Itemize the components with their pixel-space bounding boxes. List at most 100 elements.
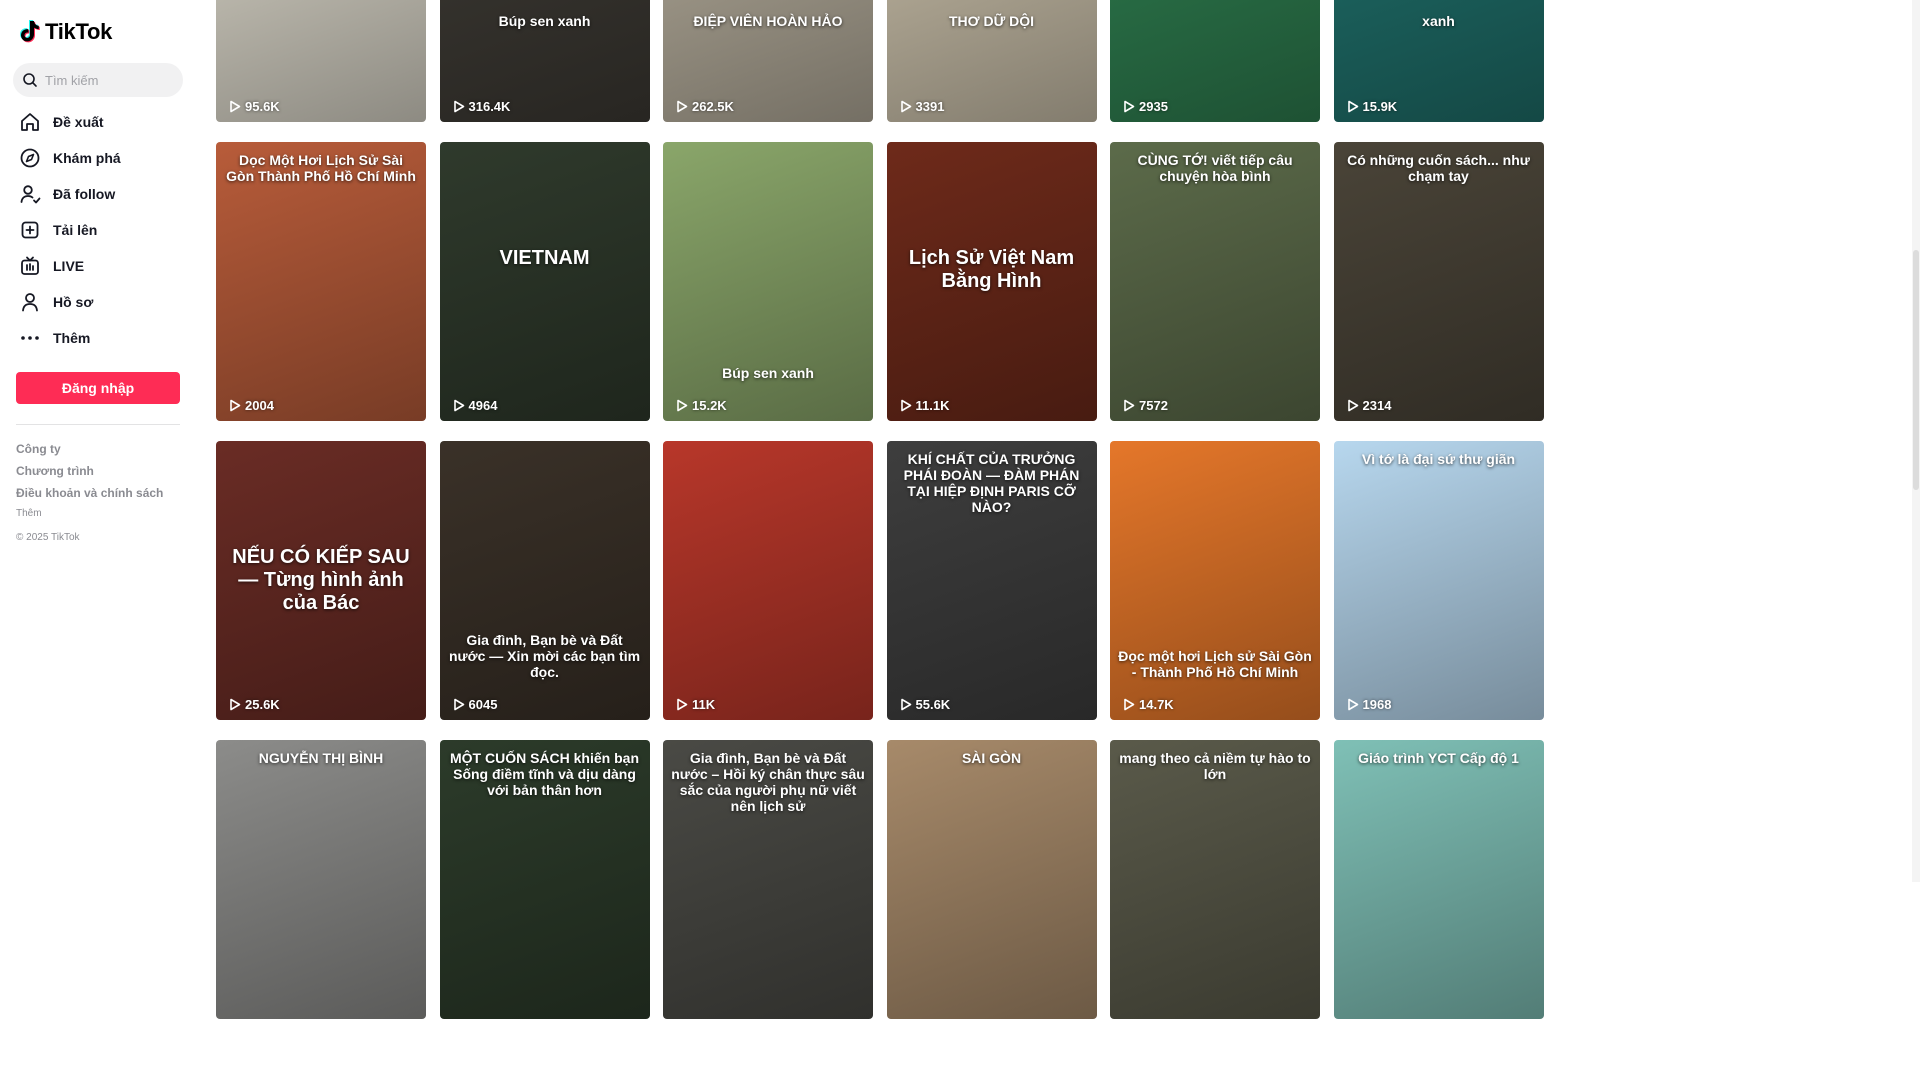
video-caption: Lịch Sử Việt Nam Bằng Hình [908, 247, 1075, 292]
video-card[interactable]: MỘT CUỐN SÁCH khiến bạn Sống điềm tĩnh v… [439, 740, 650, 1019]
view-count: 4964 [453, 398, 497, 413]
search-input[interactable] [45, 72, 165, 88]
play-icon [677, 698, 688, 711]
footer-more-link[interactable]: Thêm [16, 504, 163, 524]
video-card[interactable]: Có những cuốn sách... như chạm tay 2314 [1333, 142, 1544, 421]
sidebar: TikTok Đề xuất Khám phá Đã follow Tải lên LI… [0, 0, 196, 882]
video-card[interactable]: THƠ DỮ DỘI 3391 [886, 0, 1097, 122]
video-caption: Dọc Một Hơi Lịch Sử Sài Gòn Thành Phố Hồ… [226, 152, 416, 185]
view-count-text: 11K [692, 697, 716, 712]
login-button[interactable]: Đăng nhập [16, 372, 180, 404]
video-card[interactable]: mang theo cả niềm tự hào to lớn [1110, 740, 1320, 1019]
view-count-text: 7572 [1139, 398, 1168, 413]
play-icon [1347, 100, 1358, 113]
play-icon [677, 399, 688, 412]
view-count-text: 15.2K [692, 398, 727, 413]
view-count: 15.2K [676, 398, 727, 413]
nav-item-profile[interactable]: Hồ sơ [16, 284, 186, 320]
video-caption: Giáo trình YCT Cấp độ 1 [1358, 750, 1519, 766]
scrollbar-thumb[interactable] [1913, 250, 1919, 490]
view-count-text: 55.6K [915, 697, 951, 712]
video-caption: xanh [1422, 13, 1455, 29]
video-card[interactable]: Gia đình, Bạn bè và Đất nước – Hồi ký ch… [663, 740, 873, 1019]
nav-item-label: Thêm [53, 330, 91, 346]
nav-item-live[interactable]: LIVE [16, 248, 186, 284]
video-card[interactable]: SÀI GÒN [886, 740, 1097, 1019]
view-count-text: 262.5K [692, 99, 734, 114]
tiktok-logo[interactable]: TikTok [19, 19, 112, 45]
video-card[interactable]: 2935 [1110, 0, 1320, 122]
view-count: 15.9K [1347, 99, 1398, 114]
nav-item-label: Hồ sơ [53, 294, 94, 310]
video-card[interactable]: Vì tớ là đại sứ thư giãn 1968 [1333, 441, 1544, 720]
view-count-text: 25.6K [245, 697, 280, 712]
nav-item-label: Đã follow [53, 186, 116, 202]
video-caption: Đọc một hơi Lịch sử Sài Gòn - Thành Phố … [1118, 647, 1312, 680]
copyright: © 2025 TikTok [16, 532, 80, 543]
video-card[interactable]: NGUYỄN THỊ BÌNH [216, 740, 426, 1019]
nav-item-home[interactable]: Đề xuất [16, 104, 186, 140]
search-icon [23, 73, 37, 87]
footer-link-company[interactable]: Công ty [16, 438, 163, 460]
nav-item-label: Tải lên [53, 222, 98, 238]
video-card[interactable]: Đọc một hơi Lịch sử Sài Gòn - Thành Phố … [1110, 441, 1320, 720]
compass-icon [19, 147, 41, 169]
more-icon [19, 327, 41, 349]
video-caption: CÙNG TỚ! viết tiếp câu chuyện hòa bình [1137, 152, 1293, 185]
video-caption: MỘT CUỐN SÁCH khiến bạn Sống điềm tĩnh v… [449, 750, 639, 799]
view-count: 2314 [1347, 398, 1392, 413]
play-icon [677, 100, 688, 113]
page-scrollbar[interactable] [1912, 0, 1920, 882]
search-box[interactable] [13, 63, 183, 97]
nav-item-following[interactable]: Đã follow [16, 176, 186, 212]
sidebar-divider [16, 424, 180, 425]
app-name: TikTok [45, 19, 113, 44]
view-count-text: 1968 [1362, 697, 1392, 712]
play-icon [1124, 399, 1135, 412]
video-card[interactable]: ĐIỆP VIÊN HOÀN HẢO 262.5K [663, 0, 873, 122]
video-card[interactable]: Giáo trình YCT Cấp độ 1 [1333, 740, 1544, 1019]
view-count: 2004 [229, 398, 274, 413]
view-count-text: 95.6K [245, 99, 280, 114]
view-count-text: 15.9K [1362, 99, 1398, 114]
play-icon [900, 100, 911, 113]
video-grid: 95.6K Búp sen xanh 316.4K ĐIỆP VIÊN HOÀN HẢ… [216, 0, 1544, 1019]
video-card[interactable]: Búp sen xanh 15.2K [663, 142, 873, 421]
main-nav: Đề xuất Khám phá Đã follow Tải lên LIVE Hồ sơ… [16, 104, 186, 356]
nav-item-label: LIVE [53, 258, 85, 274]
video-caption: KHÍ CHẤT CỦA TRƯỞNG PHÁI ĐOÀN — ĐÀM PHÁN… [903, 451, 1080, 516]
video-caption: Gia đình, Bạn bè và Đất nước — Xin mời c… [448, 631, 641, 680]
nav-item-upload[interactable]: Tải lên [16, 212, 186, 248]
view-count-text: 2314 [1362, 398, 1392, 413]
video-card[interactable]: xanh 15.9K [1333, 0, 1544, 122]
nav-item-more[interactable]: Thêm [16, 320, 186, 356]
video-card[interactable]: 95.6K [216, 0, 426, 122]
video-card[interactable]: Dọc Một Hơi Lịch Sử Sài Gòn Thành Phố Hồ… [216, 142, 426, 421]
video-card[interactable]: Gia đình, Bạn bè và Đất nước — Xin mời c… [439, 441, 650, 720]
play-icon [1347, 698, 1358, 711]
video-card[interactable]: 11K [663, 441, 873, 720]
video-caption: VIETNAM [499, 247, 590, 269]
play-icon [453, 100, 464, 113]
view-count: 1968 [1347, 697, 1392, 712]
play-icon [1124, 100, 1135, 113]
play-icon [230, 399, 241, 412]
view-count-text: 3391 [915, 99, 945, 114]
footer-link-terms[interactable]: Điều khoản và chính sách [16, 482, 163, 504]
video-card[interactable]: NẾU CÓ KIẾP SAU — Từng hình ảnh của Bác 2… [216, 441, 426, 720]
view-count-text: 14.7K [1139, 697, 1174, 712]
video-caption: SÀI GÒN [961, 750, 1022, 766]
video-card[interactable]: Búp sen xanh 316.4K [439, 0, 650, 122]
view-count-text: 2935 [1139, 99, 1168, 114]
video-card[interactable]: KHÍ CHẤT CỦA TRƯỞNG PHÁI ĐOÀN — ĐÀM PHÁN… [886, 441, 1097, 720]
view-count: 11.1K [900, 398, 949, 413]
video-card[interactable]: CÙNG TỚ! viết tiếp câu chuyện hòa bình 75… [1110, 142, 1320, 421]
video-card[interactable]: VIETNAM 4964 [439, 142, 650, 421]
video-card[interactable]: Lịch Sử Việt Nam Bằng Hình 11.1K [886, 142, 1097, 421]
footer-link-program[interactable]: Chương trình [16, 460, 163, 482]
view-count: 14.7K [1123, 697, 1174, 712]
view-count: 2935 [1123, 99, 1168, 114]
play-icon [1347, 399, 1358, 412]
nav-item-compass[interactable]: Khám phá [16, 140, 186, 176]
live-icon [19, 255, 41, 277]
